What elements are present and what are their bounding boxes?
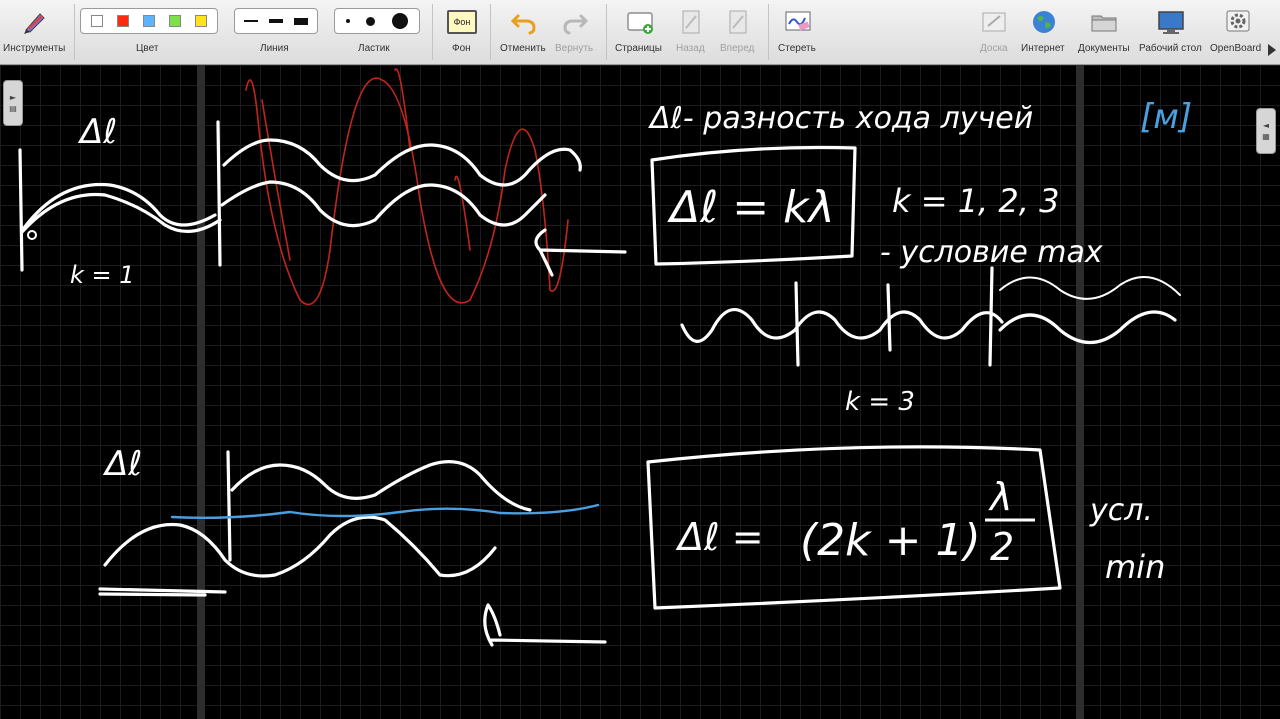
formula-max: Δℓ = kλ [667,182,835,233]
unit-meter: [м] [1140,97,1192,137]
path-difference-definition: Δℓ- разность хода лучей [648,101,1033,136]
ink-arrow [534,228,627,277]
ink-arrow [483,603,607,647]
ink-wave [222,138,582,187]
blue-wave-stroke [170,503,600,520]
ink-wave [103,515,497,578]
formula-min-two: 2 [990,525,1014,569]
ink-wave [230,460,532,512]
condition-min-line1: усл. [1089,493,1153,528]
red-wave-stroke [261,68,471,261]
delta-l-bottom: Δℓ [102,444,142,484]
delta-l-top: Δℓ [77,112,117,152]
k-values: k = 1, 2, 3 [892,182,1059,220]
ink-wave [999,276,1181,300]
ink-baseline [98,587,227,597]
ink-wave [680,308,1004,343]
condition-min-line2: min [1105,548,1165,586]
ink-wave [226,450,232,562]
condition-max: - условие max [880,235,1103,270]
ink-layer: Δℓ k = 1 Δℓ- разность хода лучей [м] Δℓ … [18,68,1192,647]
formula-min-paren: (2k + 1) [800,515,981,566]
formula-min-lambda: λ [988,475,1013,519]
formula-min-lhs: Δℓ = [675,515,764,559]
ink-wave [216,120,222,267]
ink-wave [998,310,1177,344]
k-equals-1: k = 1 [70,261,135,289]
ink-wave [18,148,24,272]
k-equals-3: k = 3 [845,387,915,417]
